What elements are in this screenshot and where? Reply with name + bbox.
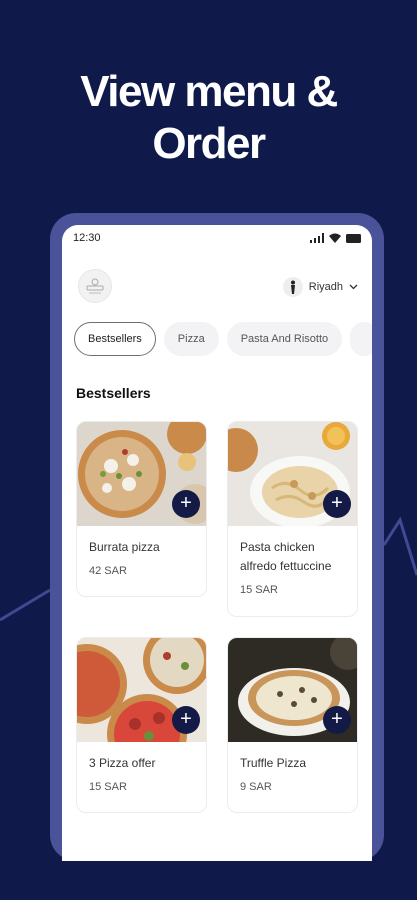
tab-more[interactable] [350,322,372,356]
product-price: 15 SAR [240,584,278,596]
restaurant-logo-icon[interactable] [78,269,112,303]
tab-bestsellers[interactable]: Bestsellers [74,322,156,356]
phone-frame: 12:30 Riyadh Bestsellers Pizza Pasta And… [50,213,384,861]
signal-icon [310,233,324,243]
tab-label: Pasta And Risotto [240,333,329,345]
product-name: Truffle Pizza [240,756,307,770]
product-price: 42 SAR [89,565,127,577]
app-screen: 12:30 Riyadh Bestsellers Pizza Pasta And… [62,225,372,861]
system-icons [310,233,362,243]
product-price: 15 SAR [89,781,127,793]
battery-icon [346,234,361,243]
app-header: Riyadh [62,269,372,309]
product-name: Burrata pizza [89,540,160,554]
person-icon [282,277,303,297]
status-bar: 12:30 [62,225,372,251]
product-image: + [77,638,206,742]
product-image: + [77,422,206,526]
tab-label: Bestsellers [88,333,142,345]
product-card[interactable]: + Burrata pizza 42 SAR [76,421,207,597]
section-title: Bestsellers [76,385,151,401]
tab-pasta-and-risotto[interactable]: Pasta And Risotto [226,322,343,356]
add-button[interactable]: + [172,490,200,518]
add-button[interactable]: + [172,706,200,734]
product-image: + [228,638,357,742]
product-card[interactable]: + Truffle Pizza 9 SAR [227,637,358,813]
category-tabs: Bestsellers Pizza Pasta And Risotto [74,322,372,356]
location-label: Riyadh [308,281,343,293]
product-image: + [228,422,357,526]
product-card[interactable]: + Pasta chicken alfredo fettuccine 15 SA… [227,421,358,617]
status-time: 12:30 [73,232,101,244]
promo-headline-line1: View menu & [80,67,338,116]
wifi-icon [329,233,341,243]
location-selector[interactable]: Riyadh [282,277,358,297]
add-button[interactable]: + [323,706,351,734]
tab-pizza[interactable]: Pizza [163,322,219,356]
product-card[interactable]: + 3 Pizza offer 15 SAR [76,637,207,813]
product-name: 3 Pizza offer [89,756,156,770]
product-price: 9 SAR [240,781,272,793]
chevron-down-icon [349,284,358,290]
promo-headline-line2: Order [152,119,266,168]
promo-headline: View menu & Order [0,66,417,170]
product-name: Pasta chicken alfredo fettuccine [240,540,332,573]
tab-label: Pizza [177,333,205,345]
add-button[interactable]: + [323,490,351,518]
